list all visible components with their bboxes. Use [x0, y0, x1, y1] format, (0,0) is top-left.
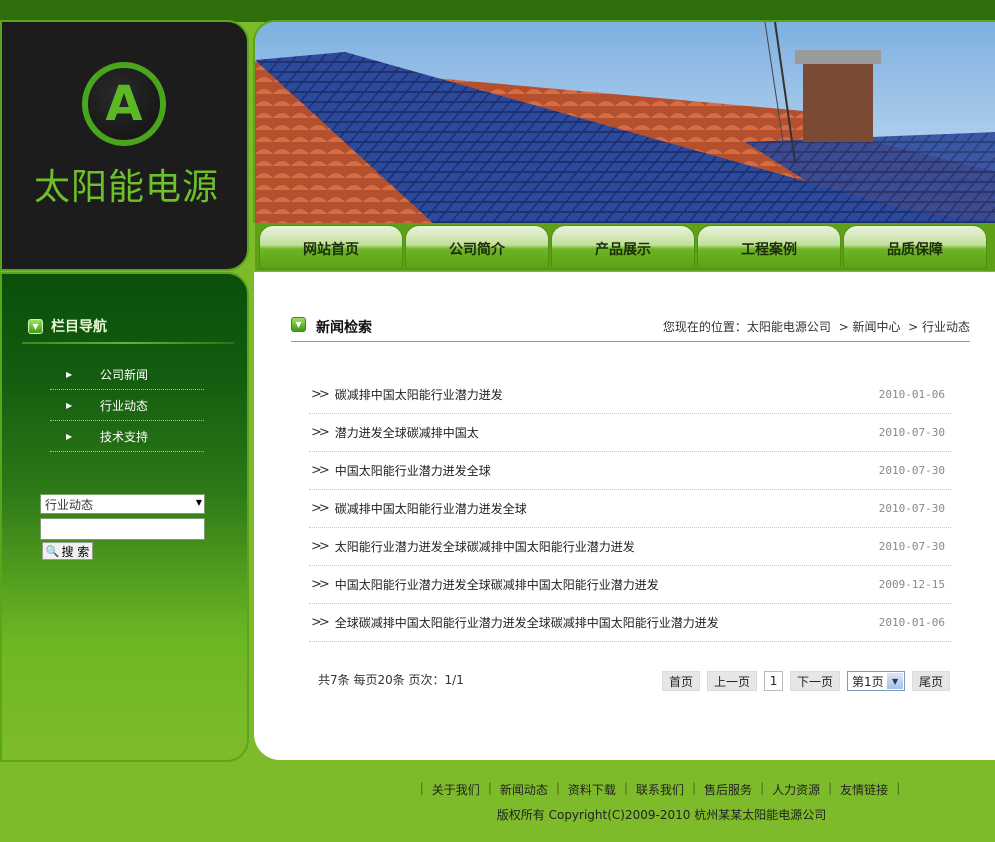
sidebar-title-text: 栏目导航 [51, 319, 107, 335]
footer-link-downloads[interactable]: 资料下载 [568, 781, 616, 798]
chevron-down-icon: ▼ [291, 317, 306, 332]
double-chevron-right-icon: >> [311, 387, 330, 402]
breadcrumb-separator: > [904, 320, 922, 334]
logo-text: 太阳能电源 [33, 167, 219, 208]
footer-link-about[interactable]: 关于我们 [432, 781, 480, 798]
news-date: 2010-07-30 [878, 502, 945, 515]
list-item: >> 中国太阳能行业潜力迸发全球 2010-07-30 [309, 452, 951, 490]
news-title-link[interactable]: 碳减排中国太阳能行业潜力迸发 [335, 386, 503, 403]
current-page-number[interactable]: 1 [764, 671, 784, 691]
sidebar-item-company-news[interactable]: ▶ 公司新闻 [50, 359, 204, 390]
page-select-value: 第1页 [852, 674, 884, 689]
logo-panel[interactable]: A 太阳能电源 [0, 20, 249, 271]
double-chevron-right-icon: >> [311, 501, 330, 516]
pagination: 首页 上一页 1 下一页 第1页 ▼ 尾页 [662, 671, 951, 691]
list-item: >> 碳减排中国太阳能行业潜力迸发 2010-01-06 [309, 376, 951, 414]
footer-link-contact[interactable]: 联系我们 [636, 781, 684, 798]
nav-item-products[interactable]: 产品展示 [551, 225, 695, 269]
sidebar-item-industry-news[interactable]: ▶ 行业动态 [50, 390, 204, 421]
footer-link-hr[interactable]: 人力资源 [772, 781, 820, 798]
first-page-button[interactable]: 首页 [662, 671, 701, 691]
news-title-link[interactable]: 太阳能行业潜力迸发全球碳减排中国太阳能行业潜力迸发 [335, 538, 635, 555]
search-button[interactable]: 🔍 搜 索 [42, 542, 93, 560]
sidebar-menu: ▶ 公司新闻 ▶ 行业动态 ▶ 技术支持 [50, 359, 204, 452]
search-icon: 🔍 [45, 544, 60, 558]
news-title-link[interactable]: 潜力迸发全球碳减排中国太 [335, 424, 479, 441]
main-nav: 网站首页 公司简介 产品展示 工程案例 品质保障 [255, 223, 995, 271]
news-title-link[interactable]: 全球碳减排中国太阳能行业潜力迸发全球碳减排中国太阳能行业潜力迸发 [335, 614, 719, 631]
list-item: >> 中国太阳能行业潜力迸发全球碳减排中国太阳能行业潜力迸发 2009-12-15 [309, 566, 951, 604]
prev-page-button[interactable]: 上一页 [707, 671, 758, 691]
breadcrumb-item-industry[interactable]: 行业动态 [922, 320, 970, 334]
sidebar-title: ▼ 栏目导航 [28, 316, 107, 336]
triangle-right-icon: ▶ [66, 369, 73, 379]
pagination-info: 共7条 每页20条 页次：1/1 [318, 673, 464, 687]
news-date: 2009-12-15 [878, 578, 945, 591]
search-input[interactable] [40, 518, 205, 540]
breadcrumb-prefix: 您现在的位置： [662, 320, 747, 334]
page-select[interactable]: 第1页 ▼ [847, 671, 906, 691]
main-content: ▼ 新闻检索 您现在的位置：太阳能电源公司 > 新闻中心 > 行业动态 >> 碳减… [254, 272, 995, 760]
footer-links: | 关于我们 | 新闻动态 | 资料下载 | 联系我们 | 售后服务 | 人力资源 | 友情… [419, 781, 901, 798]
breadcrumb-separator: > [834, 320, 853, 334]
double-chevron-right-icon: >> [311, 539, 330, 554]
search-button-label: 搜 索 [61, 544, 90, 559]
news-title-link[interactable]: 中国太阳能行业潜力迸发全球 [335, 462, 491, 479]
search-category-value: 行业动态 [45, 497, 94, 512]
nav-item-home[interactable]: 网站首页 [259, 225, 403, 269]
news-date: 2010-07-30 [878, 464, 945, 477]
chevron-down-icon: ▼ [28, 318, 43, 334]
logo-letter: A [105, 76, 143, 132]
footer-link-service[interactable]: 售后服务 [704, 781, 752, 798]
list-item: >> 潜力迸发全球碳减排中国太 2010-07-30 [309, 414, 951, 452]
sidebar-item-tech-support[interactable]: ▶ 技术支持 [50, 421, 204, 452]
nav-item-quality[interactable]: 品质保障 [843, 225, 987, 269]
search-category-select[interactable]: 行业动态 ▼ [40, 494, 205, 514]
list-item: >> 全球碳减排中国太阳能行业潜力迸发全球碳减排中国太阳能行业潜力迸发 2010-… [309, 604, 951, 642]
dropdown-arrow-icon: ▼ [195, 498, 202, 507]
sidebar-item-label: 公司新闻 [100, 367, 149, 382]
last-page-button[interactable]: 尾页 [912, 671, 951, 691]
double-chevron-right-icon: >> [311, 425, 330, 440]
breadcrumb-item-home[interactable]: 太阳能电源公司 [747, 320, 831, 334]
footer-link-friends[interactable]: 友情链接 [840, 781, 888, 798]
page-title: 新闻检索 [316, 320, 372, 336]
news-date: 2010-01-06 [878, 616, 945, 629]
triangle-right-icon: ▶ [66, 400, 73, 410]
sidebar-divider [22, 342, 234, 344]
content-header: ▼ 新闻检索 您现在的位置：太阳能电源公司 > 新闻中心 > 行业动态 [291, 314, 970, 342]
copyright: 版权所有 Copyright(C)2009-2010 杭州某某太阳能电源公司 [496, 808, 827, 822]
nav-item-projects[interactable]: 工程案例 [697, 225, 841, 269]
news-date: 2010-01-06 [878, 388, 945, 401]
list-item: >> 碳减排中国太阳能行业潜力迸发全球 2010-07-30 [309, 490, 951, 528]
sidebar-item-label: 行业动态 [100, 398, 149, 413]
news-date: 2010-07-30 [878, 426, 945, 439]
list-item: >> 太阳能行业潜力迸发全球碳减排中国太阳能行业潜力迸发 2010-07-30 [309, 528, 951, 566]
triangle-right-icon: ▶ [66, 431, 73, 441]
news-title-link[interactable]: 中国太阳能行业潜力迸发全球碳减排中国太阳能行业潜力迸发 [335, 576, 659, 593]
news-date: 2010-07-30 [878, 540, 945, 553]
header-banner-image [253, 20, 995, 223]
next-page-button[interactable]: 下一页 [790, 671, 841, 691]
double-chevron-right-icon: >> [311, 463, 330, 478]
double-chevron-right-icon: >> [311, 577, 330, 592]
breadcrumb-item-news-center[interactable]: 新闻中心 [852, 320, 900, 334]
footer-link-news[interactable]: 新闻动态 [500, 781, 548, 798]
dropdown-arrow-icon: ▼ [887, 673, 904, 689]
sidebar: ▼ 栏目导航 ▶ 公司新闻 ▶ 行业动态 ▶ 技术支持 行业动态 ▼ 🔍 搜 索 [0, 272, 249, 762]
double-chevron-right-icon: >> [311, 615, 330, 630]
news-title-link[interactable]: 碳减排中国太阳能行业潜力迸发全球 [335, 500, 527, 517]
top-band [0, 0, 995, 22]
sidebar-item-label: 技术支持 [100, 429, 149, 444]
nav-item-about[interactable]: 公司简介 [405, 225, 549, 269]
breadcrumb: 您现在的位置：太阳能电源公司 > 新闻中心 > 行业动态 [663, 318, 970, 335]
logo-emblem: A [82, 62, 166, 146]
news-list: >> 碳减排中国太阳能行业潜力迸发 2010-01-06 >> 潜力迸发全球碳减排中… [309, 376, 951, 642]
